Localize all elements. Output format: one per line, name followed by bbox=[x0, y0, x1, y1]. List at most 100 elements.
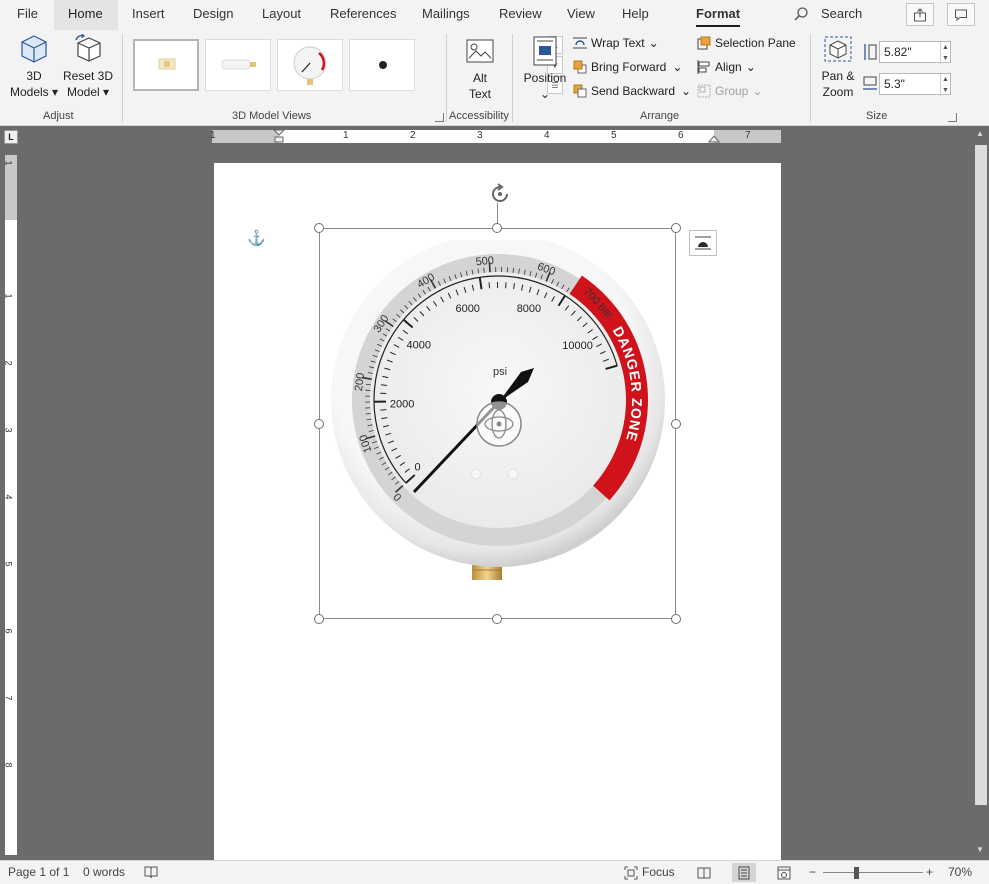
vertical-scrollbar[interactable]: ▲ ▼ bbox=[971, 127, 989, 860]
reset-3d-label-1: Reset 3D bbox=[62, 69, 114, 83]
tab-mailings[interactable]: Mailings bbox=[422, 6, 470, 21]
resize-handle-top-right[interactable] bbox=[671, 223, 681, 233]
web-layout-button[interactable] bbox=[772, 863, 796, 882]
height-spinner[interactable]: ▲ ▼ bbox=[940, 42, 950, 64]
ruler-number: 2 bbox=[410, 130, 416, 141]
search-icon[interactable] bbox=[793, 6, 809, 22]
status-bar: Page 1 of 1 0 words Focus − + 70% bbox=[0, 860, 989, 884]
zoom-in-button[interactable]: + bbox=[926, 865, 933, 879]
view-thumb-1[interactable] bbox=[133, 39, 199, 91]
tab-format[interactable]: Format bbox=[696, 6, 740, 21]
left-margin-area bbox=[212, 130, 279, 143]
selection-pane-button[interactable]: Selection Pane bbox=[697, 36, 796, 50]
active-tab-underline bbox=[696, 25, 740, 27]
focus-mode-button[interactable]: Focus bbox=[642, 865, 675, 879]
chevron-down-icon[interactable]: ⌄ bbox=[681, 84, 691, 98]
proofing-book-icon[interactable] bbox=[144, 866, 158, 879]
tab-references[interactable]: References bbox=[330, 6, 396, 21]
indent-marker[interactable] bbox=[273, 130, 285, 143]
alt-text-button[interactable]: Alt Text bbox=[458, 38, 502, 102]
align-button[interactable]: Align ⌄ bbox=[697, 60, 756, 74]
group-button[interactable]: Group ⌄ bbox=[697, 84, 762, 98]
chevron-down-icon: ⌄ bbox=[648, 36, 659, 50]
right-indent-marker[interactable] bbox=[708, 135, 720, 143]
share-button[interactable] bbox=[906, 3, 934, 26]
tab-home[interactable]: Home bbox=[68, 6, 103, 21]
send-backward-button[interactable]: Send Backward ⌄ bbox=[573, 84, 691, 98]
view-thumb-4[interactable] bbox=[349, 39, 415, 91]
selection-pane-label: Selection Pane bbox=[715, 36, 796, 50]
ruler-number: 1 bbox=[3, 293, 14, 299]
scroll-up-arrow[interactable]: ▲ bbox=[974, 129, 986, 141]
search-box[interactable]: Search bbox=[821, 6, 862, 21]
views-dialog-launcher[interactable] bbox=[435, 113, 444, 122]
view-thumb-3[interactable] bbox=[277, 39, 343, 91]
ruler-number: 1 bbox=[210, 130, 216, 141]
position-button[interactable]: Position ⌄ bbox=[522, 36, 568, 102]
tab-review[interactable]: Review bbox=[499, 6, 542, 21]
group-separator bbox=[446, 34, 447, 122]
zoom-level[interactable]: 70% bbox=[948, 865, 972, 879]
zoom-slider-thumb[interactable] bbox=[854, 867, 859, 879]
tab-help[interactable]: Help bbox=[622, 6, 649, 21]
resize-handle-right[interactable] bbox=[671, 419, 681, 429]
3d-rotate-control-icon[interactable] bbox=[476, 401, 522, 447]
resize-handle-bottom-left[interactable] bbox=[314, 614, 324, 624]
width-spinner[interactable]: ▲ ▼ bbox=[940, 74, 950, 96]
size-dialog-launcher[interactable] bbox=[948, 113, 957, 122]
group-icon bbox=[697, 84, 711, 98]
layout-options-icon bbox=[695, 236, 711, 250]
vertical-ruler[interactable]: 1 1 2 3 4 5 6 7 8 bbox=[3, 155, 17, 855]
reset-3d-model-button[interactable]: Reset 3D Model ▾ bbox=[62, 33, 114, 100]
tab-layout[interactable]: Layout bbox=[262, 6, 301, 21]
pan-zoom-button[interactable]: Pan & Zoom bbox=[816, 34, 860, 100]
resize-handle-left[interactable] bbox=[314, 419, 324, 429]
read-mode-icon bbox=[697, 867, 711, 878]
zoom-out-button[interactable]: − bbox=[809, 865, 816, 879]
resize-handle-top-left[interactable] bbox=[314, 223, 324, 233]
ribbon-tab-bar: File Home Insert Design Layout Reference… bbox=[0, 0, 989, 30]
print-layout-button[interactable] bbox=[732, 863, 756, 882]
group-label: Group bbox=[715, 84, 749, 98]
position-icon bbox=[533, 36, 557, 66]
tab-design[interactable]: Design bbox=[193, 6, 233, 21]
view-thumb-2[interactable] bbox=[205, 39, 271, 91]
group-label-arrange: Arrange bbox=[640, 110, 680, 122]
position-dropdown-arrow: ⌄ bbox=[539, 87, 551, 101]
psi-scale-label: 10000 bbox=[562, 340, 593, 352]
resize-handle-bottom[interactable] bbox=[492, 614, 502, 624]
pressure-gauge-3d-model[interactable]: DANGER ZONE 0100200300400500 600700 bar 0… bbox=[326, 240, 671, 585]
3d-models-button[interactable]: 3D Models ▾ bbox=[8, 34, 60, 100]
tab-view[interactable]: View bbox=[567, 6, 595, 21]
bring-forward-button[interactable]: Bring Forward ⌄ bbox=[573, 60, 682, 74]
shape-height-input[interactable]: 5.82" ▲ ▼ bbox=[879, 41, 951, 64]
3d-cube-icon bbox=[21, 35, 47, 63]
ruler-number: 8 bbox=[3, 762, 14, 768]
chevron-down-icon[interactable]: ⌄ bbox=[672, 60, 682, 74]
scroll-down-arrow[interactable]: ▼ bbox=[974, 845, 986, 857]
tab-file[interactable]: File bbox=[17, 6, 38, 21]
wrap-text-button[interactable]: Wrap Text ⌄ bbox=[573, 36, 659, 50]
comment-icon bbox=[955, 9, 967, 21]
align-label: Align bbox=[715, 60, 742, 74]
resize-handle-top[interactable] bbox=[492, 223, 502, 233]
word-count[interactable]: 0 words bbox=[83, 865, 125, 879]
3d-models-label-2: Models ▾ bbox=[9, 85, 59, 99]
read-mode-button[interactable] bbox=[692, 863, 716, 882]
zoom-slider-track[interactable] bbox=[823, 872, 923, 873]
resize-handle-bottom-right[interactable] bbox=[671, 614, 681, 624]
rotation-handle-icon[interactable] bbox=[488, 182, 512, 206]
ruler-number: 5 bbox=[611, 130, 617, 141]
horizontal-ruler[interactable]: 1 1 2 3 4 5 6 7 bbox=[210, 130, 781, 143]
ruler-number: 3 bbox=[477, 130, 483, 141]
ruler-number: 1 bbox=[3, 160, 14, 166]
alt-text-label-1: Alt bbox=[472, 71, 487, 85]
layout-options-button[interactable] bbox=[689, 230, 717, 256]
comments-button[interactable] bbox=[947, 3, 975, 26]
tab-selector[interactable]: L bbox=[4, 130, 18, 144]
ruler-number: 4 bbox=[3, 494, 14, 500]
page-count[interactable]: Page 1 of 1 bbox=[8, 865, 69, 879]
tab-insert[interactable]: Insert bbox=[132, 6, 165, 21]
shape-width-input[interactable]: 5.3" ▲ ▼ bbox=[879, 73, 951, 96]
scrollbar-thumb[interactable] bbox=[975, 145, 987, 805]
